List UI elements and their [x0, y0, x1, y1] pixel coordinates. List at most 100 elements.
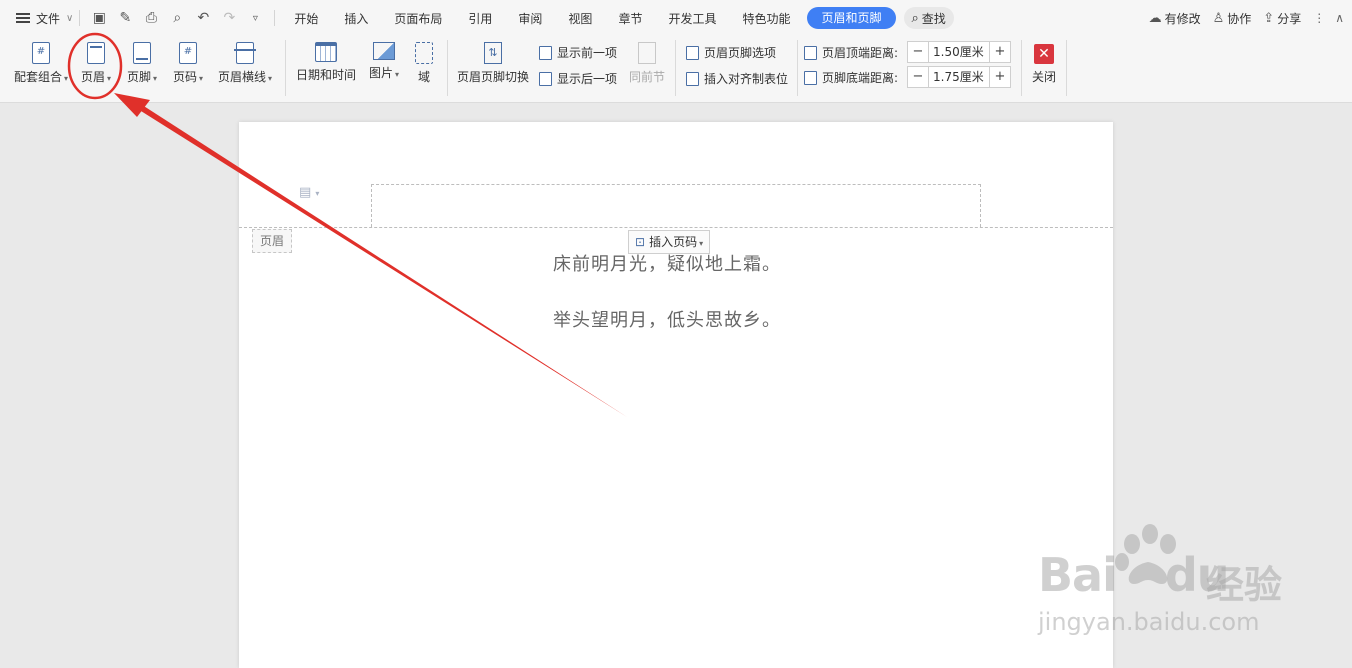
caret-down-icon: ▾ — [268, 74, 273, 83]
search-icon: ⌕ — [911, 10, 919, 26]
next-icon — [539, 72, 552, 86]
share-button[interactable]: ⇪ 分享 — [1263, 10, 1301, 27]
user-icon: ♙ — [1212, 10, 1225, 26]
tab-references[interactable]: 引用 — [455, 10, 505, 27]
insert-align-tab-label: 插入对齐制表位 — [704, 72, 789, 86]
tab-page-layout[interactable]: 页面布局 — [381, 10, 455, 27]
insert-align-tab-button[interactable]: 插入对齐制表位 — [686, 70, 788, 87]
tab-developer[interactable]: 开发工具 — [655, 10, 729, 27]
switch-icon — [484, 42, 502, 64]
divider — [675, 40, 676, 96]
customize-toolbar-icon[interactable]: ▿ — [242, 13, 268, 24]
header-icon — [87, 42, 105, 64]
watermark-brand: Bai du — [1038, 548, 1230, 602]
close-header-footer-button[interactable]: ✕ 关闭 — [1028, 44, 1060, 85]
show-previous-button[interactable]: 显示前一项 — [539, 44, 617, 61]
baidu-watermark: Bai du 经验 jingyan.baidu.com — [1036, 520, 1296, 650]
hamburger-icon — [16, 13, 30, 23]
collapse-ribbon-icon[interactable]: ∧ — [1335, 11, 1344, 25]
set-combo-button[interactable]: 配套组合▾ — [12, 42, 70, 85]
header-top-distance-input[interactable]: 1.50厘米 — [928, 42, 990, 62]
header-tag: 页眉 — [252, 229, 292, 253]
document-page[interactable]: ▤ ▾ 页眉 ⊡ 插入页码 ▾ 床前明月光，疑似地上霜。 举头望明月，低头思故乡。 — [239, 122, 1113, 668]
format-painter-icon[interactable]: ✎ — [112, 10, 138, 26]
header-footer-options-button[interactable]: 页眉页脚选项 — [686, 44, 776, 61]
switch-label: 页眉页脚切换 — [456, 70, 529, 84]
share-label: 分享 — [1277, 11, 1302, 26]
tab-header-footer[interactable]: 页眉和页脚 — [807, 7, 896, 29]
header-button[interactable]: 页眉 ▾ — [78, 42, 114, 85]
footer-bottom-distance-input[interactable]: 1.75厘米 — [928, 67, 990, 87]
show-next-button[interactable]: 显示后一项 — [539, 70, 617, 87]
footer-icon — [133, 42, 151, 64]
increase-button[interactable]: + — [990, 67, 1010, 87]
insert-page-number-label: 插入页码 — [649, 235, 698, 249]
page-number-icon: ⊡ — [635, 235, 646, 249]
divider — [1021, 40, 1022, 96]
increase-button[interactable]: + — [990, 42, 1010, 62]
caret-down-icon: ▾ — [153, 74, 158, 83]
header-doc-icon[interactable]: ▤ ▾ — [299, 185, 319, 200]
caret-down-icon: ▾ — [64, 74, 69, 83]
field-icon — [415, 42, 433, 64]
header-boundary — [239, 227, 1113, 228]
poem-line-2[interactable]: 举头望明月，低头思故乡。 — [553, 306, 781, 332]
modified-button[interactable]: ☁ 有修改 — [1149, 10, 1201, 27]
header-line-label: 页眉横线 — [217, 70, 266, 84]
ribbon-tabs: 开始 插入 页面布局 引用 审阅 视图 章节 开发工具 特色功能 页眉和页脚 ⌕… — [281, 0, 954, 36]
tab-section[interactable]: 章节 — [605, 10, 655, 27]
page-number-doc-icon — [32, 42, 50, 64]
header-top-distance-stepper[interactable]: − 1.50厘米 + — [907, 41, 1011, 63]
file-menu[interactable]: 文件 ∨ — [0, 0, 73, 36]
tab-home[interactable]: 开始 — [281, 10, 331, 27]
divider — [797, 40, 798, 96]
share-icon: ⇪ — [1263, 10, 1275, 26]
tab-insert[interactable]: 插入 — [331, 10, 381, 27]
cloud-icon: ☁ — [1148, 10, 1162, 26]
header-edit-area[interactable] — [371, 184, 981, 227]
watermark-cn: 经验 — [1206, 563, 1283, 607]
footer-bottom-distance-stepper[interactable]: − 1.75厘米 + — [907, 66, 1011, 88]
tab-view[interactable]: 视图 — [555, 10, 605, 27]
picture-button[interactable]: 图片 ▾ — [364, 42, 404, 81]
same-as-previous-label: 同前节 — [628, 70, 665, 84]
header-line-button[interactable]: 页眉横线 ▾ — [214, 42, 276, 85]
field-button[interactable]: 域 — [410, 42, 438, 85]
menu-bar: 文件 ∨ ▣ ✎ ⎙ ⌕ ↶ ↷ ▿ 开始 插入 页面布局 引用 审阅 视图 章… — [0, 0, 1352, 36]
watermark-url: jingyan.baidu.com — [1038, 608, 1260, 636]
date-time-label: 日期和时间 — [295, 68, 356, 82]
divider — [285, 40, 286, 96]
align-tab-icon — [686, 72, 699, 86]
search-button[interactable]: ⌕ 查找 — [903, 7, 954, 29]
more-icon[interactable]: ⋮ — [1313, 11, 1325, 25]
page-number-icon — [179, 42, 197, 64]
footer-label: 页脚 — [126, 70, 151, 84]
poem-line-1[interactable]: 床前明月光，疑似地上霜。 — [553, 250, 781, 276]
print-preview-icon[interactable]: ⌕ — [164, 10, 190, 26]
caret-down-icon: ▾ — [395, 70, 400, 79]
header-label: 页眉 — [80, 70, 105, 84]
top-right-actions: ☁ 有修改 ♙ 协作 ⇪ 分享 ⋮ ∧ — [1149, 0, 1352, 36]
footer-distance-icon — [804, 71, 817, 85]
undo-icon[interactable]: ↶ — [190, 10, 216, 26]
decrease-button[interactable]: − — [908, 67, 928, 87]
divider — [274, 10, 276, 26]
save-icon[interactable]: ▣ — [86, 10, 112, 26]
show-previous-label: 显示前一项 — [557, 46, 618, 60]
tab-review[interactable]: 审阅 — [505, 10, 555, 27]
tab-features[interactable]: 特色功能 — [729, 10, 803, 27]
print-icon[interactable]: ⎙ — [138, 10, 164, 26]
redo-icon[interactable]: ↷ — [216, 10, 242, 26]
footer-button[interactable]: 页脚 ▾ — [124, 42, 160, 85]
date-time-button[interactable]: 日期和时间 — [294, 42, 358, 83]
switch-header-footer-button[interactable]: 页眉页脚切换 — [455, 42, 531, 85]
close-label: 关闭 — [1031, 70, 1056, 84]
header-line-icon — [234, 42, 256, 64]
same-as-previous-button[interactable]: 同前节 — [627, 42, 667, 85]
field-label: 域 — [417, 70, 430, 84]
options-label: 页眉页脚选项 — [704, 46, 777, 60]
page-number-button[interactable]: 页码▾ — [170, 42, 206, 85]
decrease-button[interactable]: − — [908, 42, 928, 62]
collab-button[interactable]: ♙ 协作 — [1213, 10, 1252, 27]
collab-label: 协作 — [1227, 11, 1252, 26]
